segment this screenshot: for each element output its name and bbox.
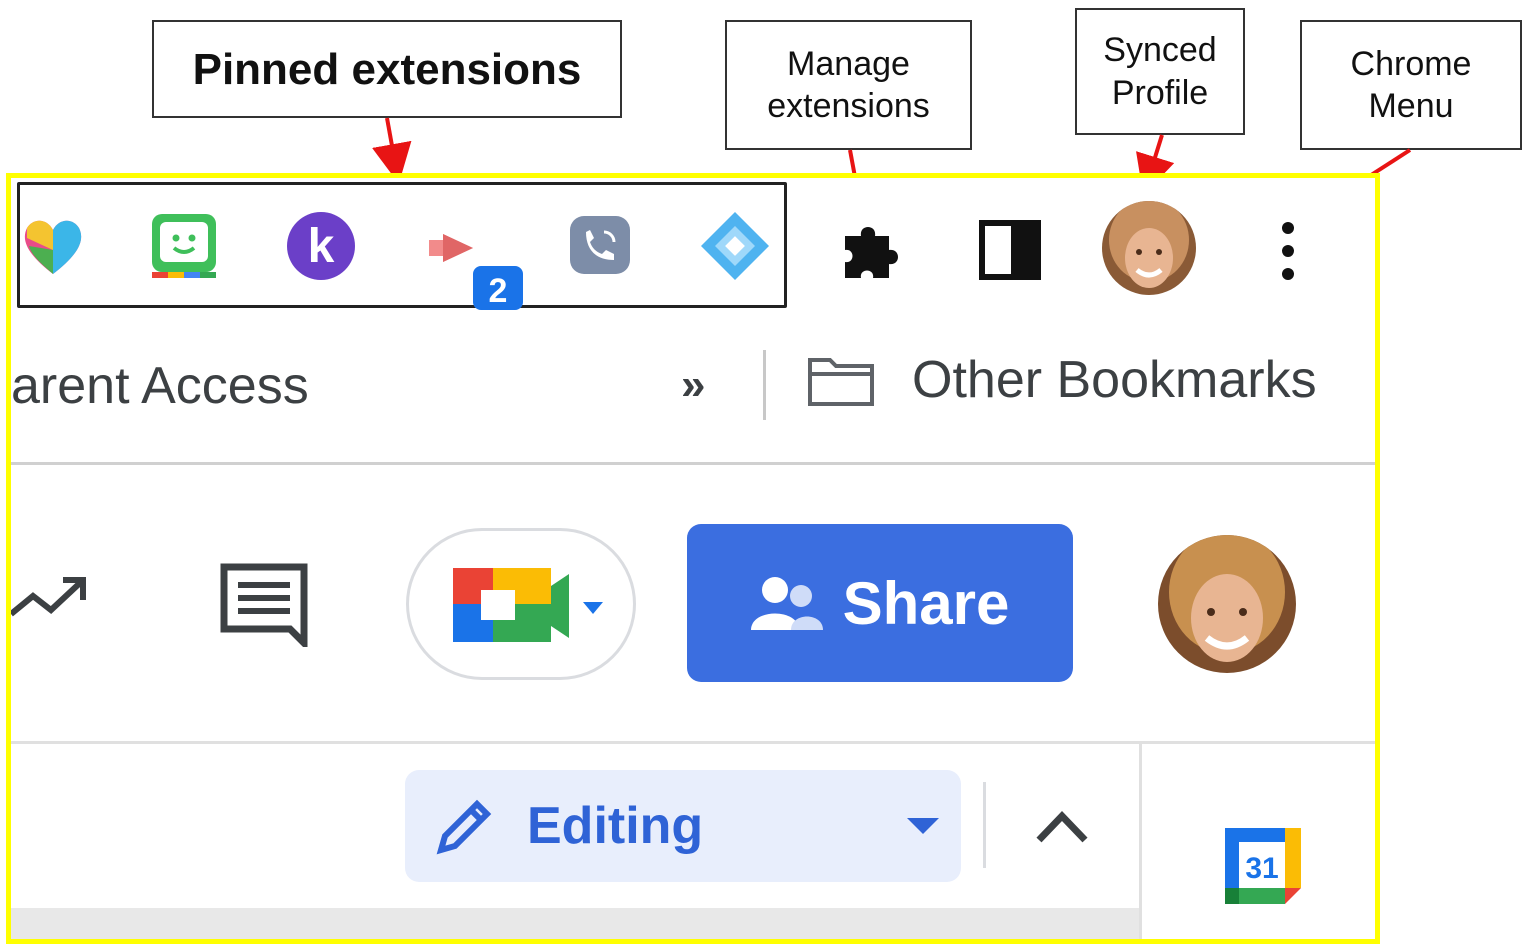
svg-text:k: k — [308, 220, 335, 273]
arrow-pinned — [372, 117, 412, 184]
bookmarks-overflow-icon[interactable]: » — [681, 360, 705, 410]
side-panel-icon[interactable] — [979, 220, 1041, 280]
callout-pinned-extensions-text: Pinned extensions — [192, 44, 582, 94]
folder-icon — [808, 358, 874, 406]
bookmarks-divider — [763, 350, 766, 420]
browser-screenshot-region: k 2 arent Access » Other Bookmarks Share… — [6, 173, 1380, 944]
callout-synced-line2: Profile — [1111, 73, 1209, 112]
calendar-day: 31 — [1245, 852, 1278, 885]
puzzle-icon[interactable] — [839, 216, 905, 282]
three-dot-menu-icon[interactable] — [1276, 218, 1300, 284]
callout-chrome-menu: Chrome Menu — [1300, 20, 1522, 150]
editing-label: Editing — [527, 797, 704, 855]
meet-button[interactable] — [406, 528, 636, 680]
callout-menu-line2: Menu — [1368, 87, 1454, 125]
kami-extension-icon[interactable]: k — [285, 210, 357, 282]
callout-manage-extensions: Manage extensions — [725, 20, 972, 150]
screencastify-extension-icon[interactable]: 2 — [423, 210, 523, 310]
trending-icon[interactable] — [11, 574, 93, 624]
document-area-strip — [11, 908, 1139, 939]
person-add-icon — [750, 577, 823, 630]
callout-menu-line1: Chrome — [1350, 44, 1472, 83]
other-bookmarks-button[interactable]: Other Bookmarks — [806, 350, 1317, 410]
voice-extension-icon[interactable] — [564, 210, 636, 282]
extension-badge: 2 — [489, 272, 508, 310]
pencil-icon — [436, 799, 492, 855]
share-button[interactable]: Share — [687, 524, 1073, 682]
callout-manage-line1: Manage — [787, 44, 910, 83]
other-bookmarks-label: Other Bookmarks — [912, 351, 1317, 409]
callout-pinned-extensions: Pinned extensions — [152, 20, 622, 118]
editing-divider — [983, 782, 986, 868]
header-divider — [11, 741, 1375, 744]
callout-manage-line2: extensions — [767, 87, 930, 125]
pinned-extensions-group — [17, 182, 787, 308]
google-calendar-icon[interactable]: 31 — [1223, 826, 1303, 906]
toolbar-divider — [11, 462, 1375, 465]
diamond-extension-icon[interactable] — [699, 210, 771, 282]
editing-mode-dropdown[interactable]: Editing — [405, 770, 961, 882]
bitmoji-extension-icon[interactable] — [148, 210, 220, 282]
callout-synced-profile: Synced Profile — [1075, 8, 1245, 135]
chevron-down-icon — [907, 818, 939, 834]
avatar[interactable] — [1101, 200, 1197, 296]
share-label: Share — [842, 569, 1010, 637]
chevron-up-icon[interactable] — [1035, 808, 1089, 844]
callout-synced-line1: Synced — [1103, 31, 1217, 69]
bookmark-item[interactable]: arent Access — [11, 356, 309, 416]
google-meet-icon — [453, 568, 603, 642]
side-panel-divider — [1139, 741, 1142, 939]
heart-extension-icon[interactable] — [17, 210, 89, 282]
comment-icon[interactable] — [218, 561, 310, 647]
account-avatar[interactable] — [1157, 534, 1297, 674]
